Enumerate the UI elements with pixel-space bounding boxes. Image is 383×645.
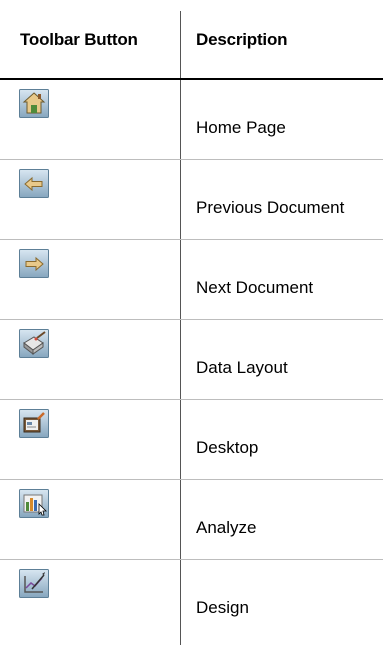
table-row-home-page: Home Page <box>0 80 383 160</box>
description-data-layout: Data Layout <box>196 358 288 377</box>
table-row-desktop: Desktop <box>0 400 383 480</box>
table-row-analyze: Analyze <box>0 480 383 560</box>
table-row-design: Design <box>0 560 383 639</box>
data-layout-icon[interactable] <box>19 329 49 358</box>
table-header: Toolbar Button Description <box>0 0 383 80</box>
table-row-data-layout: Data Layout <box>0 320 383 400</box>
description-next-document: Next Document <box>196 278 314 297</box>
description-previous-document: Previous Document <box>196 198 345 217</box>
header-description: Description <box>196 30 288 49</box>
arrow-right-icon[interactable] <box>19 249 49 278</box>
analyze-icon[interactable] <box>19 489 49 518</box>
description-home-page: Home Page <box>196 118 286 137</box>
toolbar-buttons-table: Toolbar Button Description Home Page Pre… <box>0 0 383 645</box>
description-analyze: Analyze <box>196 518 257 537</box>
header-toolbar-button: Toolbar Button <box>20 30 138 49</box>
desktop-icon[interactable] <box>19 409 49 438</box>
table-row-previous-document: Previous Document <box>0 160 383 240</box>
arrow-left-icon[interactable] <box>19 169 49 198</box>
table-row-next-document: Next Document <box>0 240 383 320</box>
description-design: Design <box>196 598 249 617</box>
description-desktop: Desktop <box>196 438 259 457</box>
design-icon[interactable] <box>19 569 49 598</box>
home-icon[interactable] <box>19 89 49 118</box>
